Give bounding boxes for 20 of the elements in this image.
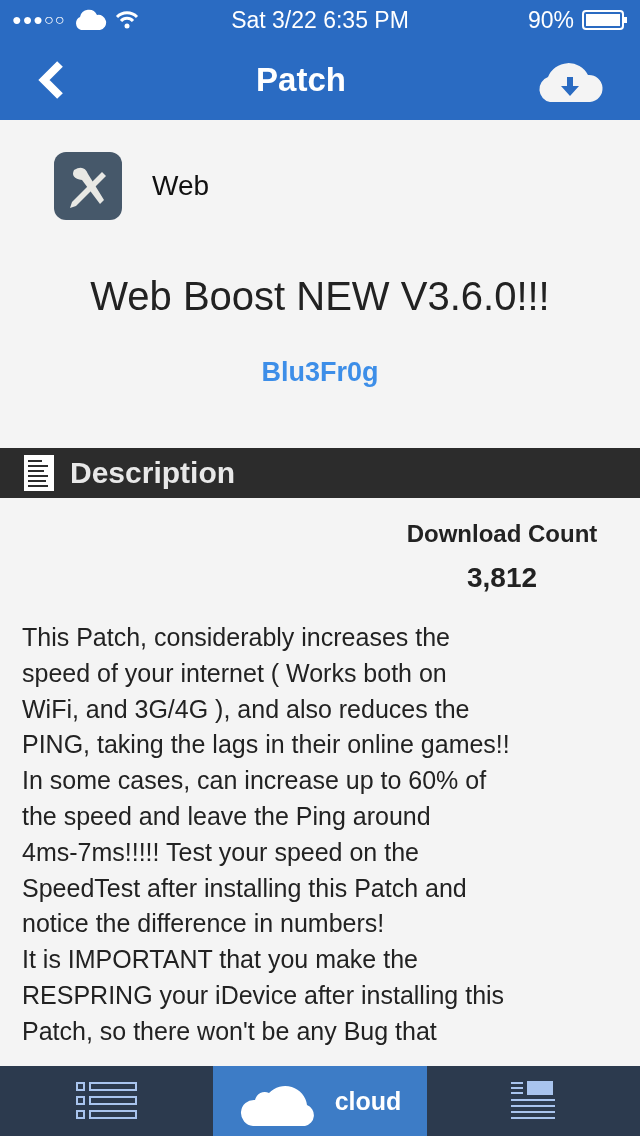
status-time: Sat 3/22 6:35 PM <box>231 6 409 34</box>
battery-icon <box>582 10 628 30</box>
app-icon <box>54 152 122 220</box>
download-count: 3,812 <box>466 562 538 594</box>
section-title: Description <box>70 456 236 490</box>
article-icon <box>511 1081 556 1121</box>
cloud-tab[interactable]: cloud <box>213 1066 427 1136</box>
document-icon <box>24 455 54 491</box>
page-title: Patch <box>256 61 346 99</box>
cloud-icon <box>73 9 108 31</box>
app-category: Web <box>152 170 210 202</box>
app-title: Web Boost NEW V3.6.0!!! <box>89 274 551 319</box>
wifi-icon <box>115 10 140 30</box>
signal-dots: ●●●○○ <box>12 11 66 29</box>
download-count-label: Download Count <box>406 520 598 548</box>
author-link[interactable]: Blu3Fr0g <box>261 357 379 387</box>
description-text: This Patch, considerably increases the speed of your internet ( Works both on WiFi, and 3G/4G ), and also reduces the PING, taking the lags in their online games!! In some cases, can increase up to 60% of the speed and leave the Ping around 4ms-7ms!!!!! Test your speed on the SpeedTest after installing this Patch and notice the difference in numbers! It is IMPORTANT that you make the RESPRING your iDevice after installing this Patch, so there won't be any Bug that <box>22 622 511 1047</box>
list-icon <box>75 1082 138 1120</box>
back-button[interactable] <box>36 60 66 100</box>
battery-percent: 90% <box>527 6 574 34</box>
